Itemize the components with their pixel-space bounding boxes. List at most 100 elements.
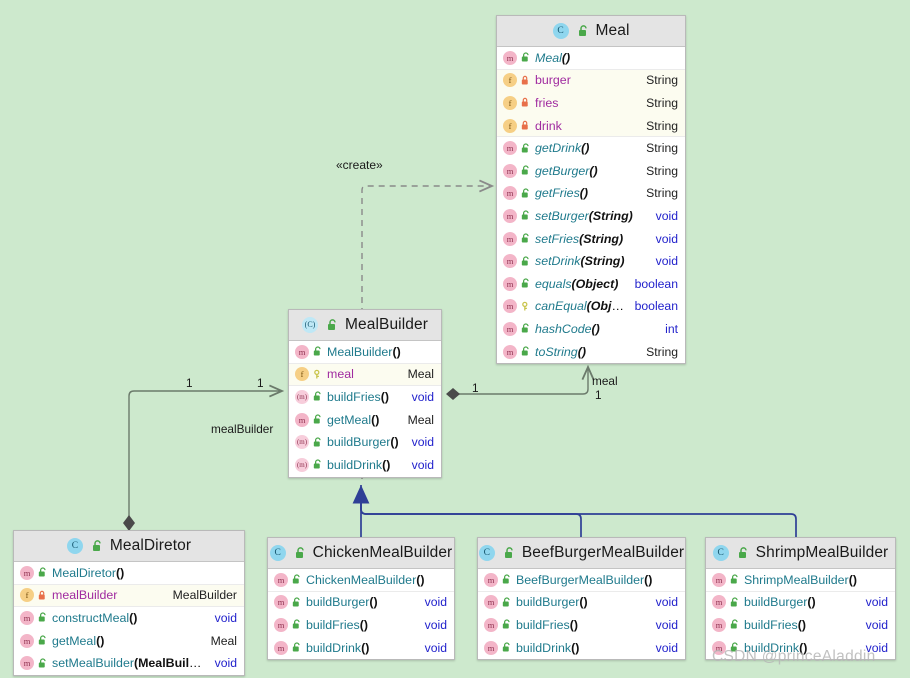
member-parameters: (Object) [586, 299, 627, 314]
member-row[interactable]: m setBurger(String) void [497, 205, 685, 228]
member-row[interactable]: m ShrimpMealBuilder() [706, 569, 895, 592]
edge-mult-meal-target: 1 [595, 388, 602, 402]
member-row[interactable]: f meal Meal [289, 363, 441, 387]
member-row[interactable]: m setFries(String) void [497, 227, 685, 251]
member-row[interactable]: f mealBuilder MealBuilder [14, 584, 244, 608]
member-row[interactable]: (m) buildFries() void [289, 386, 441, 409]
private-visibility-icon [37, 589, 47, 602]
member-row[interactable]: m getBurger() String [497, 159, 685, 183]
class-box-mealbuilder[interactable]: (C) MealBuilder m MealBuilder() f meal Meal(… [288, 309, 442, 478]
member-name: buildFries [744, 617, 798, 632]
class-box-mealdiretor[interactable]: C MealDiretor m MealDiretor() f mealBuilder… [13, 530, 245, 676]
member-row[interactable]: m equals(Object) boolean [497, 272, 685, 296]
class-box-meal[interactable]: C Meal m Meal() f burger String f fries String f… [496, 15, 686, 365]
public-visibility-icon [520, 255, 530, 268]
public-visibility-icon [294, 547, 305, 559]
protected-visibility-icon [520, 300, 530, 313]
member-row[interactable]: m MealDiretor() [14, 562, 244, 585]
abstract-class-icon: (C) [302, 317, 319, 333]
member-signature: toString() [535, 345, 638, 359]
protected-visibility-icon [312, 368, 322, 381]
member-row[interactable]: m setMealBuilder(MealBuilder) void [14, 652, 244, 675]
member-type: void [655, 595, 678, 610]
member-name: hashCode [535, 321, 592, 336]
member-name: meal [327, 367, 354, 382]
member-type: String [646, 186, 678, 201]
member-name: buildBurger [516, 595, 580, 610]
member-name: ChickenMealBuilder [306, 572, 417, 587]
member-row[interactable]: m MealBuilder() [289, 341, 441, 364]
class-name: ChickenMealBuilder [312, 544, 453, 561]
member-name: buildFries [306, 617, 360, 632]
public-visibility-icon [291, 573, 301, 586]
member-row[interactable]: m buildBurger() void [706, 591, 895, 615]
member-type: void [424, 595, 447, 610]
abstract-method-icon: (m) [295, 435, 309, 450]
public-visibility-icon [520, 142, 530, 155]
method-icon: m [484, 640, 498, 655]
member-row[interactable]: f fries String [497, 92, 685, 115]
member-row[interactable]: m canEqual(Object) boolean [497, 295, 685, 319]
member-signature: buildFries() [327, 390, 404, 404]
member-row[interactable]: m hashCode() int [497, 318, 685, 341]
member-row[interactable]: m getFries() String [497, 182, 685, 206]
member-signature: BeefBurgerMealBuilder() [516, 573, 678, 587]
edge-mult-director-target: 1 [257, 376, 264, 390]
member-list: m BeefBurgerMealBuilder() m buildBurger() vo… [478, 569, 685, 660]
member-row[interactable]: m buildFries() void [268, 614, 454, 637]
member-name: setFries [535, 231, 580, 246]
member-parameters: () [581, 141, 590, 156]
member-row[interactable]: m buildBurger() void [268, 591, 454, 615]
member-signature: buildBurger() [744, 595, 858, 609]
member-row[interactable]: m buildDrink() void [478, 636, 685, 660]
public-visibility-icon [729, 573, 739, 586]
member-row[interactable]: m getDrink() String [497, 137, 685, 160]
class-name: Meal [595, 22, 630, 39]
member-row[interactable]: m constructMeal() void [14, 607, 244, 630]
member-row[interactable]: m getMeal() Meal [14, 629, 244, 653]
class-header-beefburgermealbuilder: C BeefBurgerMealBuilder [478, 538, 685, 569]
member-row[interactable]: m buildFries() void [706, 614, 895, 637]
member-row[interactable]: m Meal() [497, 47, 685, 70]
method-icon: m [484, 572, 498, 587]
member-signature: getDrink() [535, 141, 638, 155]
public-visibility-icon [729, 596, 739, 609]
member-row[interactable]: f drink String [497, 114, 685, 138]
class-box-chickenmealbuilder[interactable]: C ChickenMealBuilder m ChickenMealBuilder… [267, 537, 455, 661]
public-visibility-icon [501, 618, 511, 631]
member-type: void [655, 231, 678, 246]
member-signature: buildFries() [306, 618, 417, 632]
member-row[interactable]: m toString() String [497, 340, 685, 364]
member-type: void [655, 617, 678, 632]
member-signature: canEqual(Object) [535, 299, 627, 313]
public-visibility-icon [291, 641, 301, 654]
member-signature: equals(Object) [535, 277, 627, 291]
edge-mult-director-source: 1 [186, 376, 193, 390]
method-icon: m [20, 633, 34, 648]
method-icon: m [503, 186, 517, 201]
member-row[interactable]: m buildDrink() void [268, 636, 454, 660]
member-signature: constructMeal() [52, 611, 207, 625]
field-icon: f [20, 588, 34, 603]
member-parameters: () [369, 595, 378, 610]
method-icon: m [20, 610, 34, 625]
method-icon: m [20, 656, 34, 671]
member-row[interactable]: m buildBurger() void [478, 591, 685, 615]
member-signature: drink [535, 119, 638, 133]
method-icon: m [503, 50, 517, 65]
class-box-beefburgermealbuilder[interactable]: C BeefBurgerMealBuilder m BeefBurgerMealB… [477, 537, 686, 661]
member-row[interactable]: m BeefBurgerMealBuilder() [478, 569, 685, 592]
class-name: ShrimpMealBuilder [755, 544, 889, 561]
member-row[interactable]: f burger String [497, 69, 685, 93]
member-row[interactable]: (m) buildBurger() void [289, 431, 441, 454]
member-row[interactable]: m ChickenMealBuilder() [268, 569, 454, 592]
member-row[interactable]: m buildFries() void [478, 614, 685, 637]
class-box-shrimpmealbuilder[interactable]: C ShrimpMealBuilder m ShrimpMealBuilder()… [705, 537, 896, 661]
member-row[interactable]: m getMeal() Meal [289, 408, 441, 432]
member-signature: getMeal() [52, 634, 203, 648]
member-type: Meal [407, 412, 434, 427]
edge-label-mealbuilder: mealBuilder [211, 422, 274, 436]
member-row[interactable]: (m) buildDrink() void [289, 453, 441, 477]
member-type: void [214, 610, 237, 625]
member-row[interactable]: m setDrink(String) void [497, 250, 685, 273]
